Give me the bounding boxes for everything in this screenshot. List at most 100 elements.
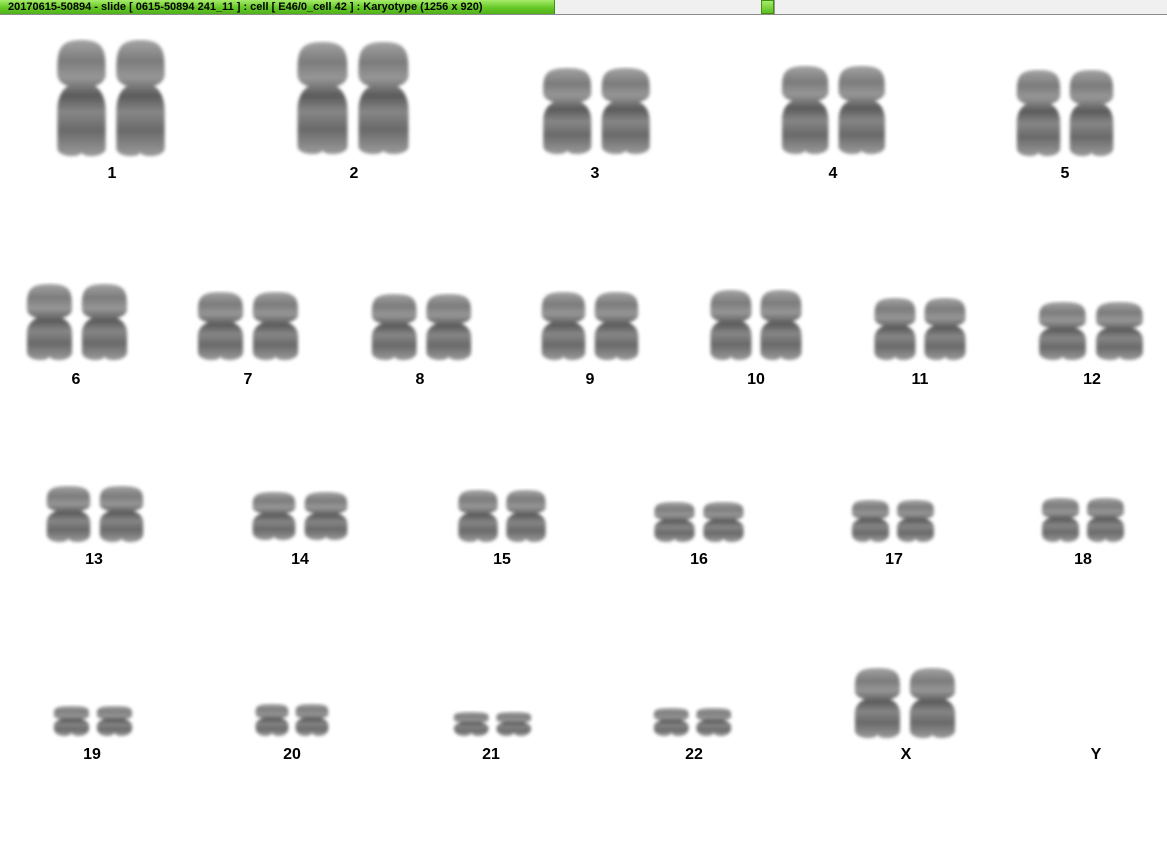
chromosome-13-b[interactable] — [99, 486, 144, 543]
chromosome-7-a[interactable] — [197, 292, 244, 361]
window-tab[interactable]: 20170615-50894 - slide [ 0615-50894 241_… — [0, 0, 555, 14]
chromosome-12-b[interactable] — [1096, 302, 1143, 361]
chromosome-2-a[interactable] — [297, 42, 348, 155]
chromosome-pair-7[interactable] — [193, 290, 303, 366]
chromosome-15-a[interactable] — [458, 490, 498, 543]
chromosome-pair-16[interactable] — [650, 500, 748, 548]
chromosome-18-b[interactable] — [1087, 498, 1124, 543]
chromosome-7-b[interactable] — [252, 292, 299, 361]
chromosome-pair-10[interactable] — [706, 288, 806, 366]
chromosome-3-b[interactable] — [601, 68, 650, 155]
scrollbar-thumb[interactable] — [761, 0, 774, 14]
chromosome-8-a[interactable] — [371, 294, 417, 361]
chromosome-pair-19[interactable] — [50, 704, 136, 742]
chromosome-pair-14[interactable] — [248, 490, 352, 546]
chromosome-pair-image — [46, 486, 144, 543]
chromosome-pair-image — [653, 708, 732, 737]
chromosome-label-1: 1 — [107, 165, 117, 182]
chromosome-5-b[interactable] — [1069, 70, 1114, 157]
chromosome-18-a[interactable] — [1042, 498, 1079, 543]
chromosome-label-6: 6 — [71, 371, 81, 388]
chromosome-20-b[interactable] — [295, 704, 329, 737]
chromosome-11-a[interactable] — [874, 298, 916, 361]
chromosome-19-b[interactable] — [96, 706, 133, 737]
chromosome-13-a[interactable] — [46, 486, 91, 543]
chromosome-pair-image — [654, 502, 744, 543]
title-bar: 20170615-50894 - slide [ 0615-50894 241_… — [0, 0, 1167, 15]
chromosome-20-a[interactable] — [255, 704, 289, 737]
chromosome-9-a[interactable] — [541, 292, 586, 361]
chromosome-3-a[interactable] — [543, 68, 592, 155]
chromosome-pair-9[interactable] — [537, 290, 643, 366]
chromosome-pair-8[interactable] — [367, 292, 476, 366]
chromosome-pair-image — [197, 292, 299, 361]
chromosome-22-a[interactable] — [653, 708, 689, 737]
chromosome-pair-3[interactable] — [538, 66, 655, 160]
chromosome-17-b[interactable] — [897, 500, 934, 543]
karyotype-area: 1 2 3 4 5 6 7 8 9 10 11 12 13 14 15 16 1… — [0, 15, 1167, 850]
chromosome-11-b[interactable] — [924, 298, 966, 361]
chromosome-pair-13[interactable] — [42, 484, 148, 548]
chromosome-pair-x[interactable] — [850, 666, 960, 744]
chromosome-8-b[interactable] — [426, 294, 472, 361]
chromosome-x-b[interactable] — [909, 668, 956, 739]
chromosome-pair-22[interactable] — [650, 706, 735, 742]
chromosome-1-a[interactable] — [57, 40, 106, 157]
chromosome-pair-2[interactable] — [292, 40, 414, 160]
chromosome-22-b[interactable] — [696, 708, 732, 737]
chromosome-pair-18[interactable] — [1038, 496, 1128, 548]
chromosome-pair-17[interactable] — [848, 498, 938, 548]
chromosome-pair-15[interactable] — [454, 488, 550, 548]
chromosome-pair-image — [710, 290, 802, 361]
chromosome-pair-5[interactable] — [1012, 68, 1118, 162]
chromosome-label-5: 5 — [1060, 165, 1070, 182]
chromosome-pair-image — [543, 68, 650, 155]
chromosome-21-a[interactable] — [453, 712, 489, 737]
chromosome-6-b[interactable] — [81, 284, 128, 361]
chromosome-14-a[interactable] — [252, 492, 296, 541]
chromosome-pair-image — [26, 284, 128, 361]
chromosome-pair-image — [1016, 70, 1114, 157]
chromosome-pair-11[interactable] — [870, 296, 970, 366]
chromosome-pair-image — [1042, 498, 1124, 543]
chromosome-21-b[interactable] — [496, 712, 532, 737]
chromosome-9-b[interactable] — [594, 292, 639, 361]
chromosome-16-a[interactable] — [654, 502, 695, 543]
chromosome-17-a[interactable] — [852, 500, 889, 543]
chromosome-16-b[interactable] — [703, 502, 744, 543]
chromosome-pair-20[interactable] — [252, 702, 332, 742]
chromosome-label-x: X — [900, 746, 912, 763]
chromosome-pair-1[interactable] — [52, 38, 170, 162]
chromosome-pair-image — [541, 292, 639, 361]
chromosome-5-a[interactable] — [1016, 70, 1061, 157]
chromosome-pair-4[interactable] — [777, 64, 890, 160]
chromosome-pair-6[interactable] — [22, 282, 132, 366]
chromosome-label-20: 20 — [283, 746, 301, 763]
chromosome-pair-image — [854, 668, 956, 739]
chromosome-12-a[interactable] — [1039, 302, 1086, 361]
chromosome-label-15: 15 — [493, 551, 511, 568]
chromosome-1-b[interactable] — [116, 40, 165, 157]
chromosome-10-a[interactable] — [710, 290, 752, 361]
chromosome-label-4: 4 — [828, 165, 838, 182]
chromosome-label-21: 21 — [482, 746, 500, 763]
chromosome-label-19: 19 — [83, 746, 101, 763]
chromosome-label-11: 11 — [911, 371, 929, 388]
chromosome-pair-image — [458, 490, 546, 543]
chromosome-10-b[interactable] — [760, 290, 802, 361]
chromosome-19-a[interactable] — [53, 706, 90, 737]
chromosome-label-16: 16 — [690, 551, 708, 568]
chromosome-pair-image — [297, 42, 409, 155]
chromosome-pair-21[interactable] — [450, 710, 535, 742]
chromosome-6-a[interactable] — [26, 284, 73, 361]
chromosome-pair-image — [371, 294, 472, 361]
chromosome-2-b[interactable] — [358, 42, 409, 155]
chromosome-14-b[interactable] — [304, 492, 348, 541]
scrollbar-track-end — [774, 0, 775, 14]
chromosome-15-b[interactable] — [506, 490, 546, 543]
chromosome-pair-12[interactable] — [1034, 300, 1148, 366]
chromosome-4-b[interactable] — [838, 66, 885, 155]
chromosome-x-a[interactable] — [854, 668, 901, 739]
chromosome-pair-image — [852, 500, 934, 543]
chromosome-4-a[interactable] — [782, 66, 829, 155]
